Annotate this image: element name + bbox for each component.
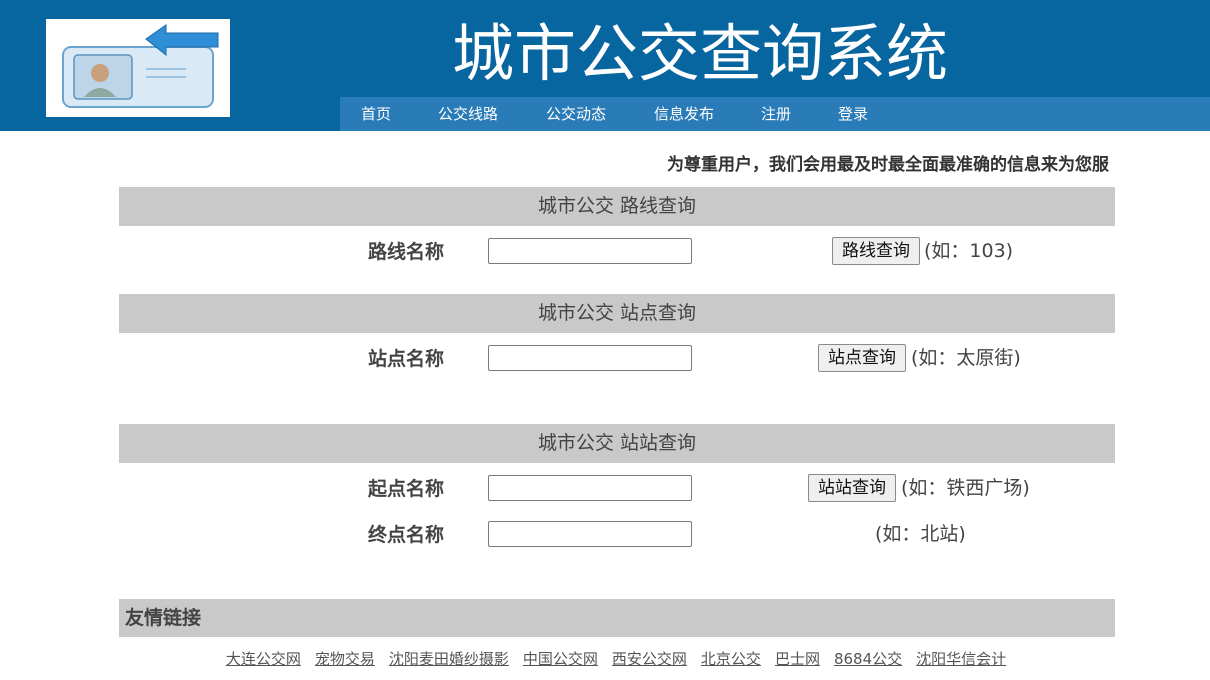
- friend-links-list: 大连公交网 宠物交易 沈阳麦田婚纱摄影 中国公交网 西安公交网 北京公交 巴士网 8684公交…: [0, 648, 1210, 669]
- end-station-label: 终点名称: [368, 524, 445, 546]
- site-header: 城市公交查询系统 首页 公交线路 公交动态 信息发布 注册 登录: [0, 0, 1210, 131]
- main-nav: 首页 公交线路 公交动态 信息发布 注册 登录: [340, 97, 1210, 131]
- app-title: 城市公交查询系统: [451, 17, 948, 90]
- route-query-button[interactable]: 路线查询: [832, 237, 920, 265]
- friend-link[interactable]: 沈阳华信会计: [916, 650, 1006, 668]
- start-station-hint: (如：铁西广场): [901, 477, 1030, 499]
- contact-card-back-arrow-icon: [62, 24, 219, 108]
- route-name-label: 路线名称: [368, 241, 445, 263]
- start-station-label: 起点名称: [368, 478, 445, 500]
- stop-query-header: 城市公交 站点查询: [119, 294, 1115, 333]
- friend-link[interactable]: 北京公交: [701, 650, 761, 668]
- stop-name-input[interactable]: [488, 345, 692, 371]
- nav-item-bus-lines[interactable]: 公交线路: [438, 97, 498, 131]
- nav-item-bus-news[interactable]: 公交动态: [546, 97, 606, 131]
- friend-link[interactable]: 大连公交网: [226, 650, 301, 668]
- station-query-button[interactable]: 站站查询: [808, 474, 896, 502]
- friend-link[interactable]: 中国公交网: [523, 650, 598, 668]
- friend-link[interactable]: 宠物交易: [315, 650, 375, 668]
- stop-name-label: 站点名称: [368, 348, 445, 370]
- friend-link[interactable]: 沈阳麦田婚纱摄影: [389, 650, 509, 668]
- logo: [46, 19, 230, 117]
- friend-link[interactable]: 西安公交网: [612, 650, 687, 668]
- friend-link[interactable]: 8684公交: [834, 650, 902, 668]
- nav-item-register[interactable]: 注册: [761, 97, 791, 131]
- nav-item-login[interactable]: 登录: [838, 97, 868, 131]
- end-station-hint: (如：北站): [875, 523, 966, 545]
- friend-link[interactable]: 巴士网: [775, 650, 820, 668]
- tagline: 为尊重用户，我们会用最及时最全面最准确的信息来为您服: [667, 155, 1109, 175]
- nav-item-home[interactable]: 首页: [361, 97, 391, 131]
- stop-query-button[interactable]: 站点查询: [818, 344, 906, 372]
- nav-item-publish[interactable]: 信息发布: [654, 97, 714, 131]
- friend-links-header: 友情链接: [119, 599, 1115, 637]
- route-query-header: 城市公交 路线查询: [119, 187, 1115, 226]
- stop-query-hint: (如：太原街): [911, 347, 1021, 369]
- route-name-input[interactable]: [488, 238, 692, 264]
- route-query-hint: (如：103): [924, 240, 1014, 262]
- end-station-input[interactable]: [488, 521, 692, 547]
- start-station-input[interactable]: [488, 475, 692, 501]
- station-query-header: 城市公交 站站查询: [119, 424, 1115, 463]
